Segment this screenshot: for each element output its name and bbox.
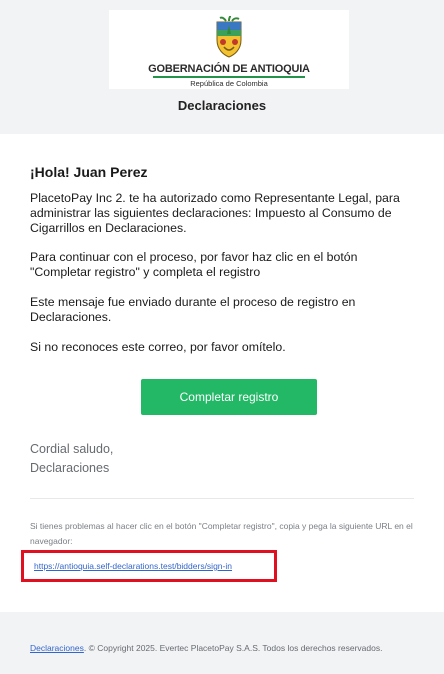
- government-subtitle: República de Colombia: [190, 79, 268, 88]
- complete-registration-button[interactable]: Completar registro: [141, 379, 317, 415]
- registration-url-link[interactable]: https://antioquia.self-declarations.test…: [34, 561, 232, 571]
- government-logo: GOBERNACIÓN DE ANTIOQUIA República de Co…: [109, 10, 349, 89]
- footer-text: Declaraciones. © Copyright 2025. Evertec…: [30, 643, 382, 653]
- closing-text: Cordial saludo,: [30, 442, 114, 456]
- brand-title: Declaraciones: [177, 98, 267, 113]
- footer-declaraciones-link[interactable]: Declaraciones: [30, 643, 84, 653]
- government-name: GOBERNACIÓN DE ANTIOQUIA: [148, 63, 310, 75]
- coat-of-arms-icon: [216, 16, 242, 58]
- logo-underline: [153, 76, 305, 78]
- signature-text: Declaraciones: [30, 461, 110, 475]
- help-text: Si tienes problemas al hacer clic en el …: [30, 521, 413, 546]
- url-highlight-box: https://antioquia.self-declarations.test…: [21, 550, 277, 582]
- email-body: ¡Hola! Juan Perez PlacetoPay Inc 2. te h…: [0, 134, 444, 612]
- email-footer: Declaraciones. © Copyright 2025. Evertec…: [0, 612, 444, 674]
- email-header: GOBERNACIÓN DE ANTIOQUIA República de Co…: [0, 0, 444, 134]
- signature-block: Cordial saludo, Declaraciones: [30, 440, 113, 478]
- authorization-paragraph: PlacetoPay Inc 2. te ha autorizado como …: [30, 191, 400, 235]
- divider: [30, 498, 414, 499]
- instruction-paragraph: Para continuar con el proceso, por favor…: [30, 250, 358, 279]
- context-paragraph: Este mensaje fue enviado durante el proc…: [30, 295, 356, 324]
- greeting: ¡Hola! Juan Perez: [30, 164, 148, 180]
- copyright-text: . © Copyright 2025. Evertec PlacetoPay S…: [83, 643, 383, 653]
- disclaimer-paragraph: Si no reconoces este correo, por favor o…: [30, 340, 286, 354]
